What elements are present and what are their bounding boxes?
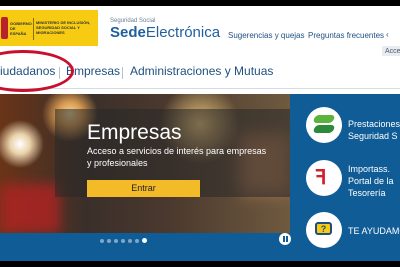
sede-title-light: Electrónica (145, 24, 221, 41)
carousel-dot[interactable] (107, 239, 111, 243)
carousel-dot-active[interactable] (142, 238, 147, 243)
side-item-line: Prestaciones (348, 119, 400, 129)
carousel-dot[interactable] (128, 239, 132, 243)
nav-divider (122, 67, 123, 79)
banner: Empresas Acceso a servicios de interés p… (0, 94, 400, 261)
ss-logo-icon (306, 107, 342, 143)
gobierno-text: GOBIERNO DE ESPAÑA (10, 21, 32, 36)
ss-logo-part (312, 125, 336, 133)
ministerio-text: MINISTERIO DE INCLUSIÓN, SEGURIDAD SOCIA… (36, 20, 91, 35)
photo-blur (0, 184, 60, 233)
carousel-dot[interactable] (121, 239, 125, 243)
hero-carousel[interactable]: Empresas Acceso a servicios de interés p… (0, 94, 290, 233)
gobierno-logo[interactable]: GOBIERNO DE ESPAÑA MINISTERIO DE INCLUSI… (0, 10, 98, 46)
chat-bubble-icon: ? (315, 222, 332, 235)
side-item-label: Importass. Portal de la Tesorería (348, 163, 400, 199)
pause-icon[interactable] (279, 233, 291, 245)
side-item-line: Seguridad S (348, 131, 398, 141)
sede-title-link[interactable]: SedeElectrónica (110, 24, 220, 41)
chevron-down-icon[interactable]: ‹ (386, 30, 389, 39)
entrar-button[interactable]: Entrar (87, 180, 200, 197)
side-item-label: Prestaciones Seguridad S (348, 118, 400, 142)
tesoreria-mark: ꟻ (315, 167, 327, 189)
preguntas-link[interactable]: Preguntas frecuentes (308, 31, 384, 40)
sede-title-bold: Sede (110, 24, 146, 41)
ss-logo-part (312, 115, 336, 123)
nav-item-administraciones[interactable]: Administraciones y Mutuas (130, 64, 273, 78)
nav-item-empresas[interactable]: Empresas (66, 64, 120, 78)
side-item-line: Portal de la (348, 176, 394, 186)
carousel-dot[interactable] (135, 239, 139, 243)
tesoreria-logo-icon: ꟻ (306, 160, 342, 196)
side-item-line: Tesorería (348, 188, 386, 198)
hero-title: Empresas (87, 121, 182, 144)
side-item-line: TE AYUDAMO (348, 226, 400, 236)
header: GOBIERNO DE ESPAÑA MINISTERIO DE INCLUSI… (0, 6, 400, 58)
logo-divider (33, 18, 34, 40)
side-item-label: TE AYUDAMO (348, 225, 400, 237)
carousel-dot[interactable] (100, 239, 104, 243)
side-item-line: Importass. (348, 164, 391, 174)
coat-of-arms-icon (1, 17, 8, 39)
help-chat-icon: ? (306, 212, 342, 248)
hero-description: Acceso a servicios de interés para empre… (87, 146, 267, 168)
sugerencias-link[interactable]: Sugerencias y quejas (228, 31, 305, 40)
carousel-dot[interactable] (114, 239, 118, 243)
page: GOBIERNO DE ESPAÑA MINISTERIO DE INCLUSI… (0, 6, 400, 261)
